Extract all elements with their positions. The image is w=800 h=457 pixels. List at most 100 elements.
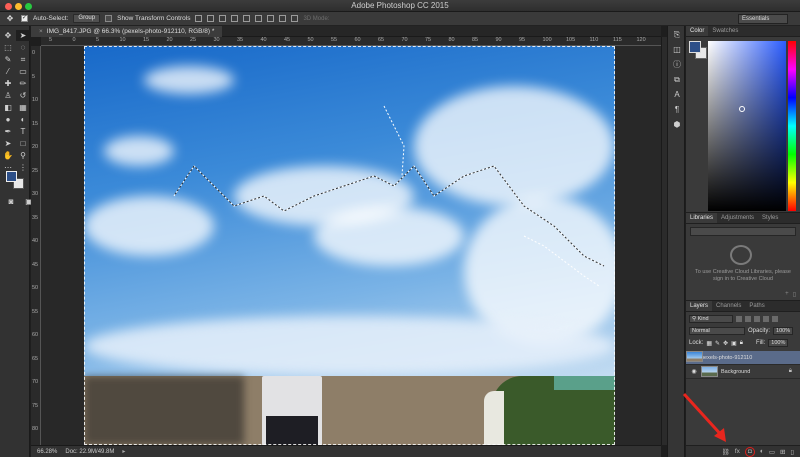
align-top-icon[interactable] (195, 15, 203, 22)
path-selection-icon[interactable]: ➤ (1, 138, 15, 149)
eraser-tool-icon[interactable]: ◧ (1, 102, 15, 113)
layer-thumbnail (701, 366, 718, 377)
marquee-tool-icon[interactable]: ⬚ (1, 42, 15, 53)
zoom-level[interactable]: 66.28% (37, 449, 57, 455)
ruler-tool-icon[interactable]: ▭ (16, 66, 30, 77)
layer-row[interactable]: ◉ pexels-photo-912110 (686, 351, 800, 365)
shape-filter-icon[interactable] (763, 316, 769, 322)
quick-mask-icon[interactable]: ◙ (4, 196, 18, 207)
library-trash-icon[interactable]: ▯ (793, 291, 796, 299)
new-group-icon[interactable]: ▭ (769, 448, 775, 456)
adjustment-filter-icon[interactable] (745, 316, 751, 322)
close-document-icon[interactable]: × (39, 28, 43, 35)
align-left-icon[interactable] (231, 15, 239, 22)
type-filter-icon[interactable] (754, 316, 760, 322)
artboard-tool-icon[interactable]: ➤ (16, 30, 30, 41)
eyedropper-tool-icon[interactable]: ⁄ (1, 66, 15, 77)
vertical-ruler[interactable]: 0 5 10 15 20 25 30 35 40 45 50 55 60 65 70 75 80 (31, 46, 41, 445)
layer-row[interactable]: ◉ Background 🔒︎ (686, 365, 800, 379)
new-layer-icon[interactable]: ⊞ (780, 448, 785, 456)
lock-pixels-icon[interactable]: ▦ (706, 340, 712, 347)
fill-input[interactable]: 100% (768, 339, 789, 347)
align-bottom-icon[interactable] (219, 15, 227, 22)
align-right-icon[interactable] (255, 15, 263, 22)
status-menu-icon[interactable]: ▸ (122, 448, 125, 455)
horizontal-ruler[interactable]: 5 0 5 10 15 20 25 30 35 40 45 50 55 60 65 70 75 80 85 90 95 1… (41, 37, 661, 46)
adjustment-layer-icon[interactable]: ◐ (760, 448, 764, 455)
auto-select-checkbox[interactable]: ✓ (21, 15, 28, 22)
gradient-tool-icon[interactable]: ▦ (16, 102, 30, 113)
quick-selection-tool-icon[interactable]: ✎ (1, 54, 15, 65)
auto-select-label: Auto-Select: (33, 15, 69, 22)
move-tool-icon[interactable]: ✥ (1, 30, 15, 41)
brush-tool-icon[interactable]: ✏ (16, 78, 30, 89)
color-picker-cursor[interactable] (739, 106, 745, 112)
distribute-3-icon[interactable] (291, 15, 299, 22)
lock-artboard-icon[interactable]: ▣ (731, 340, 737, 347)
visibility-eye-icon[interactable]: ◉ (690, 368, 698, 375)
move-tool-preset-icon[interactable]: ✥ (4, 14, 16, 24)
add-layer-mask-icon[interactable]: ◘ (744, 446, 755, 457)
layer-style-icon[interactable]: fx (735, 448, 740, 455)
tab-swatches[interactable]: Swatches (708, 26, 742, 36)
crop-tool-icon[interactable]: ⌗ (16, 54, 30, 65)
blend-mode-dropdown[interactable]: Normal (689, 327, 745, 335)
libraries-panel-tabs: Libraries Adjustments Styles (686, 213, 800, 224)
panel-icon-column: ⎘ ◫ ⓘ ⧉ A ¶ ⬢ (667, 26, 685, 457)
opacity-input[interactable]: 100% (773, 327, 794, 335)
library-select[interactable] (690, 227, 796, 236)
properties-panel-icon[interactable]: ⧉ (669, 74, 685, 86)
info-panel-icon[interactable]: ⓘ (669, 59, 685, 71)
dodge-tool-icon[interactable]: ◐ (16, 114, 30, 125)
navigator-panel-icon[interactable]: ◫ (669, 44, 685, 56)
tab-adjustments[interactable]: Adjustments (717, 213, 758, 223)
type-tool-icon[interactable]: T (16, 126, 30, 137)
rectangle-tool-icon[interactable]: □ (16, 138, 30, 149)
add-content-icon[interactable]: + (785, 291, 789, 299)
align-middle-icon[interactable] (207, 15, 215, 22)
link-layers-icon[interactable]: ⛓ (722, 448, 730, 456)
history-brush-icon[interactable]: ↺ (16, 90, 30, 101)
hand-tool-icon[interactable]: ✋ (1, 150, 15, 161)
show-transform-checkbox[interactable] (105, 15, 113, 22)
tab-styles[interactable]: Styles (758, 213, 782, 223)
pixel-filter-icon[interactable] (736, 316, 742, 322)
lock-paint-icon[interactable]: ✎ (715, 340, 720, 347)
canvas[interactable] (84, 46, 615, 445)
3d-panel-icon[interactable]: ⬢ (669, 119, 685, 131)
lock-position-icon[interactable]: ✥ (723, 340, 728, 347)
auto-select-dropdown[interactable]: Group (73, 14, 101, 23)
tab-layers[interactable]: Layers (686, 301, 713, 311)
blur-tool-icon[interactable]: ● (1, 114, 15, 125)
color-picker-field[interactable] (708, 41, 786, 211)
zoom-tool-icon[interactable]: ⚲ (16, 150, 30, 161)
foreground-color-swatch[interactable] (6, 171, 17, 182)
workspace-switcher[interactable]: Essentials (738, 14, 788, 24)
healing-brush-icon[interactable]: ✚ (1, 78, 15, 89)
tab-paths[interactable]: Paths (745, 301, 768, 311)
tab-libraries[interactable]: Libraries (686, 213, 718, 223)
lasso-tool-icon[interactable]: ◌ (16, 42, 30, 53)
ruler-tick-label: 5 (96, 37, 100, 43)
app-title: Adobe Photoshop CC 2015 (351, 1, 449, 10)
clone-stamp-icon[interactable]: ♙ (1, 90, 15, 101)
distribute-icon[interactable] (267, 15, 275, 22)
smart-object-filter-icon[interactable] (772, 316, 778, 322)
document-tab[interactable]: × IMG_8417.JPG @ 66.3% (pexels-photo-9121… (31, 26, 223, 37)
pen-tool-icon[interactable]: ✒ (1, 126, 15, 137)
character-panel-icon[interactable]: A (669, 89, 685, 101)
tab-channels[interactable]: Channels (712, 301, 745, 311)
tab-color[interactable]: Color (686, 26, 709, 36)
history-panel-icon[interactable]: ⎘ (669, 29, 685, 41)
hue-slider[interactable] (788, 41, 796, 211)
distribute-2-icon[interactable] (279, 15, 287, 22)
delete-layer-icon[interactable]: ▯ (790, 448, 794, 456)
align-center-icon[interactable] (243, 15, 251, 22)
paragraph-panel-icon[interactable]: ¶ (669, 104, 685, 116)
color-swatches[interactable] (6, 171, 26, 191)
kind-filter-dropdown[interactable]: ⚲ Kind (689, 315, 733, 323)
ruler-tick-label: 35 (237, 37, 244, 43)
lock-all-icon[interactable]: 🔒︎ (740, 340, 743, 347)
panel-foreground-swatch[interactable] (689, 41, 701, 53)
right-panels: Color Swatches Libraries Adjustments Sty… (686, 26, 800, 457)
